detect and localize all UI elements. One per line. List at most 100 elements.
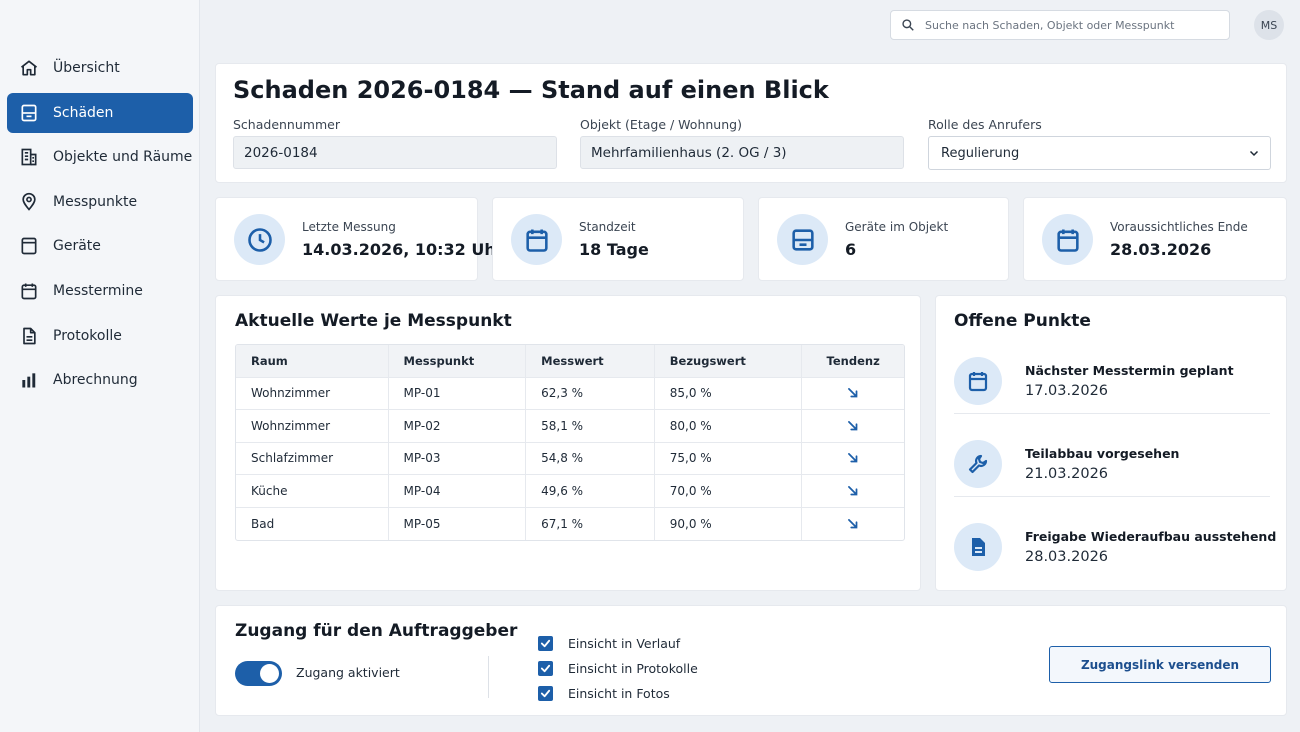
checkbox-row-protocols: Einsicht in Protokolle	[538, 659, 698, 677]
stat-value: 28.03.2026	[1110, 240, 1212, 259]
open-point-title: Nächster Messtermin geplant	[1025, 363, 1234, 378]
sidebar-item-messpunkte[interactable]: Messpunkte	[7, 182, 193, 222]
access-toggle[interactable]	[235, 661, 282, 686]
location-pin-icon	[19, 192, 39, 212]
building-icon	[19, 147, 39, 167]
bar-chart-icon	[19, 370, 39, 390]
object-field: Mehrfamilienhaus (2. OG / 3)	[580, 136, 904, 169]
open-point-title: Freigabe Wiederaufbau ausstehend	[1025, 529, 1277, 544]
table-header-row: Raum Messpunkt Messwert Bezugswert Tende…	[236, 345, 904, 378]
cell-value: 62,3 %	[526, 377, 655, 409]
search-bar[interactable]	[890, 10, 1230, 40]
trend-down-arrow-icon	[848, 518, 858, 529]
table-row[interactable]: Küche MP-04 49,6 % 70,0 %	[236, 475, 904, 508]
trend-down-arrow-icon	[848, 420, 858, 431]
table-row[interactable]: Wohnzimmer MP-01 62,3 % 85,0 %	[236, 377, 904, 410]
calendar-icon	[511, 214, 562, 265]
cell-point: MP-01	[389, 377, 527, 409]
stat-card-standzeit: Standzeit 18 Tage	[492, 197, 744, 281]
checkbox-label: Einsicht in Verlauf	[568, 635, 681, 651]
sidebar-item-uebersicht[interactable]: Übersicht	[7, 48, 193, 88]
cell-reference: 85,0 %	[655, 377, 803, 409]
open-point-title: Teilabbau vorgesehen	[1025, 446, 1180, 461]
damage-header-card: Schaden 2026-0184 — Stand auf einen Blic…	[215, 63, 1287, 183]
open-point-date: 28.03.2026	[1025, 549, 1109, 565]
open-points-card: Offene Punkte Nächster Messtermin geplan…	[935, 295, 1287, 591]
sidebar-item-schaeden[interactable]: Schäden	[7, 92, 193, 133]
document-icon	[954, 523, 1002, 571]
open-point-date: 21.03.2026	[1025, 466, 1109, 482]
checkbox-photos[interactable]	[538, 685, 553, 701]
sidebar-item-label: Übersicht	[53, 60, 120, 76]
cell-room: Wohnzimmer	[236, 410, 389, 442]
sidebar-item-label: Objekte und Räume	[53, 149, 193, 166]
trend-down-arrow-icon	[848, 453, 858, 463]
sidebar: Übersicht Schäden Objekte und Räume Mess…	[0, 0, 200, 732]
trend-down-arrow-icon	[848, 485, 858, 496]
stat-label: Standzeit	[579, 220, 636, 234]
column-header-room[interactable]: Raum	[236, 345, 389, 377]
avatar[interactable]: MS	[1254, 10, 1284, 40]
caller-role-value: Regulierung	[941, 145, 1020, 161]
calendar-icon	[1042, 214, 1093, 265]
column-header-point[interactable]: Messpunkt	[389, 345, 527, 377]
calendar-icon	[19, 281, 39, 301]
calendar-icon	[954, 357, 1002, 405]
stat-card-last-measurement: Letzte Messung 14.03.2026, 10:32 Uhr	[215, 197, 504, 281]
checkbox-history[interactable]	[538, 635, 553, 651]
sidebar-item-messtermine[interactable]: Messtermine	[7, 271, 193, 311]
table-row[interactable]: Bad MP-05 67,1 % 90,0 %	[236, 507, 904, 541]
access-toggle-label: Zugang aktiviert	[296, 665, 400, 680]
damage-number-field: 2026-0184	[233, 136, 557, 169]
checkbox-protocols[interactable]	[538, 660, 553, 676]
cell-reference: 80,0 %	[655, 410, 803, 442]
stat-card-expected-end: Voraussichtliches Ende 28.03.2026	[1023, 197, 1287, 281]
stat-value: 6	[845, 240, 857, 259]
table-row[interactable]: Wohnzimmer MP-02 58,1 % 80,0 %	[236, 410, 904, 443]
object-label: Objekt (Etage / Wohnung)	[580, 117, 742, 132]
toggle-knob	[260, 664, 279, 683]
cell-reference: 75,0 %	[655, 442, 803, 474]
cell-point: MP-03	[389, 442, 527, 474]
cell-room: Schlafzimmer	[236, 442, 389, 474]
sidebar-item-label: Protokolle	[53, 327, 122, 344]
sidebar-item-label: Schäden	[53, 104, 114, 121]
open-point-item[interactable]: Teilabbau vorgesehen 21.03.2026	[954, 435, 1270, 497]
wrench-icon	[954, 440, 1002, 488]
divider	[488, 656, 489, 698]
caller-role-label: Rolle des Anrufers	[928, 117, 1042, 132]
open-point-item[interactable]: Nächster Messtermin geplant 17.03.2026	[954, 352, 1270, 414]
cell-point: MP-05	[389, 507, 527, 540]
column-header-reference[interactable]: Bezugswert	[655, 345, 803, 377]
checkbox-label: Einsicht in Fotos	[568, 685, 670, 701]
cell-room: Küche	[236, 475, 389, 507]
cell-room: Bad	[236, 507, 389, 540]
sidebar-item-abrechnung[interactable]: Abrechnung	[7, 360, 193, 400]
column-header-value[interactable]: Messwert	[526, 345, 655, 377]
cell-value: 58,1 %	[526, 410, 655, 442]
cell-reference: 70,0 %	[655, 475, 803, 507]
search-input[interactable]	[925, 18, 1215, 32]
cell-point: MP-04	[389, 475, 527, 507]
document-icon	[19, 326, 39, 346]
column-header-trend[interactable]: Tendenz	[802, 345, 904, 377]
cell-point: MP-02	[389, 410, 527, 442]
trend-down-arrow-icon	[848, 388, 858, 398]
open-point-item[interactable]: Freigabe Wiederaufbau ausstehend 28.03.2…	[954, 518, 1276, 580]
table-row[interactable]: Schlafzimmer MP-03 54,8 % 75,0 %	[236, 442, 904, 475]
sidebar-item-geraete[interactable]: Geräte	[7, 226, 193, 266]
sidebar-item-label: Abrechnung	[53, 372, 138, 389]
sidebar-item-label: Geräte	[53, 238, 101, 255]
cell-trend	[802, 508, 904, 541]
checkmark-icon	[540, 664, 551, 672]
stat-value: 14.03.2026, 10:32 Uhr	[302, 240, 504, 259]
send-access-link-button[interactable]: Zugangslink versenden	[1049, 646, 1271, 683]
stat-label: Geräte im Objekt	[845, 220, 949, 234]
stat-value: 18 Tage	[579, 240, 649, 259]
client-access-card: Zugang für den Auftraggeber Zugang aktiv…	[215, 605, 1287, 716]
damage-icon	[19, 103, 39, 123]
caller-role-select[interactable]: Regulierung	[928, 136, 1271, 170]
sidebar-item-protokolle[interactable]: Protokolle	[7, 316, 193, 356]
client-access-title: Zugang für den Auftraggeber	[235, 621, 518, 641]
sidebar-item-objekte[interactable]: Objekte und Räume	[7, 137, 193, 177]
